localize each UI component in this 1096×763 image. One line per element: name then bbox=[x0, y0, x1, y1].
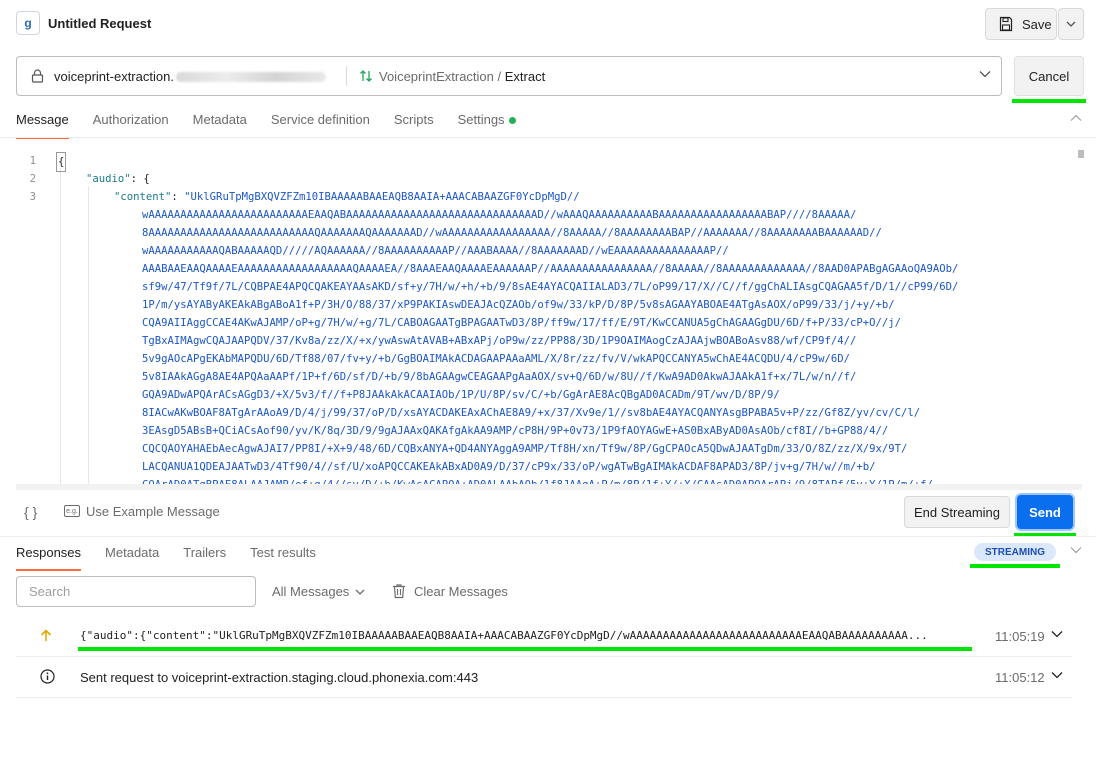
chevron-down-icon bbox=[1066, 21, 1076, 27]
message-info-text: Sent request to voiceprint-extraction.st… bbox=[80, 670, 479, 685]
search-input[interactable] bbox=[16, 576, 256, 607]
chevron-down-icon[interactable] bbox=[1051, 630, 1063, 638]
tab-responses[interactable]: Responses bbox=[16, 545, 82, 571]
trash-icon bbox=[393, 584, 405, 599]
request-title[interactable]: Untitled Request bbox=[48, 16, 151, 31]
grpc-request-icon: g bbox=[16, 11, 40, 35]
highlight-message bbox=[78, 647, 972, 651]
indent-guide bbox=[88, 186, 89, 488]
tab-scripts[interactable]: Scripts bbox=[394, 112, 434, 139]
json-key-content: "content" bbox=[114, 191, 172, 203]
beautify-icon[interactable]: { } bbox=[24, 504, 37, 520]
message-payload-text: {"audio":{"content":"UklGRuTpMgBXQVZFZm1… bbox=[80, 629, 928, 642]
wrapped-string-line: AAABAAEAAQAAAAEAAAAAAAAAAAAAAAAAAQAAAAEA… bbox=[142, 263, 959, 275]
use-example-message-button[interactable]: Use Example Message bbox=[86, 504, 220, 519]
method-selector[interactable]: VoiceprintExtraction / Extract bbox=[379, 69, 545, 84]
wrapped-string-line: 8IACwAKwBOAF8ATgArAAoA9/D/4/j/99/37/oP/D… bbox=[142, 407, 921, 419]
lock-icon bbox=[31, 69, 44, 83]
redacted-host bbox=[175, 72, 326, 83]
tab-settings[interactable]: Settings bbox=[458, 112, 516, 139]
message-timestamp: 11:05:19 bbox=[995, 629, 1045, 644]
wrapped-string-line: wAAAAAAAAAAAAAAAAAAAAAAAAAEAAQABAAAAAAAA… bbox=[142, 209, 857, 221]
tab-service-definition[interactable]: Service definition bbox=[271, 112, 370, 139]
wrapped-string-line: 3EAsgD5ABsB+QCiACsAof90/yv/K/8q/3D/9/9gA… bbox=[142, 425, 889, 437]
json-open-brace: { bbox=[56, 152, 67, 172]
url-input[interactable]: voiceprint-extraction. bbox=[54, 69, 334, 84]
wrapped-string-line: TgBxAIMAgwCQAJAAPQDV/37/Kv8a/zz/X/+x/ywA… bbox=[142, 335, 857, 347]
save-button[interactable]: Save bbox=[985, 8, 1057, 40]
wrapped-string-line: 1P/m/ysAYAByAKEAkABgABoA1f+P/3H/O/88/37/… bbox=[142, 299, 895, 311]
bidirectional-stream-icon bbox=[360, 70, 372, 82]
url-separator bbox=[346, 66, 347, 86]
section-divider bbox=[0, 536, 1096, 537]
end-streaming-button[interactable]: End Streaming bbox=[904, 496, 1010, 528]
wrapped-string-line: GQA9ADwAPQArACsAGgD3/+X/5v3/f//f+P8JAAkA… bbox=[142, 389, 780, 401]
line-number: 3 bbox=[29, 191, 36, 203]
url-host-prefix: voiceprint-extraction. bbox=[54, 68, 174, 84]
chevron-down-icon[interactable] bbox=[979, 70, 991, 78]
settings-status-dot bbox=[508, 117, 516, 125]
example-message-icon: e.g. bbox=[64, 505, 80, 517]
json-string-value: "UklGRuTpMgBXQVZFZm10IBAAAAABAAEAQB8AAIA… bbox=[184, 191, 580, 203]
url-bar[interactable]: voiceprint-extraction. VoiceprintExtract… bbox=[16, 56, 1002, 96]
line-number: 1 bbox=[29, 155, 36, 167]
json-key-audio: "audio" bbox=[86, 173, 131, 185]
tab-message[interactable]: Message bbox=[16, 112, 69, 139]
highlight-streaming bbox=[970, 564, 1060, 568]
save-label: Save bbox=[1022, 16, 1052, 32]
chevron-down-icon[interactable] bbox=[1070, 546, 1082, 554]
streaming-status-badge: STREAMING bbox=[974, 543, 1056, 561]
line-number: 2 bbox=[29, 173, 36, 185]
response-tabs: Responses Metadata Trailers Test results bbox=[16, 545, 316, 571]
indent-guide bbox=[60, 168, 61, 488]
message-row[interactable]: Sent request to voiceprint-extraction.st… bbox=[16, 657, 1072, 698]
message-timestamp: 11:05:12 bbox=[995, 670, 1045, 685]
clear-messages-label: Clear Messages bbox=[414, 583, 508, 599]
arrow-up-sent-icon bbox=[40, 629, 52, 641]
wrapped-string-line: LACQANUA1QDEAJAATwD3/4Tf90/4//sf/U/xoAPQ… bbox=[142, 461, 876, 473]
clear-messages-button[interactable]: Clear Messages bbox=[392, 583, 508, 599]
chevron-up-icon[interactable] bbox=[1070, 114, 1082, 122]
tab-metadata[interactable]: Metadata bbox=[193, 112, 247, 139]
info-icon bbox=[40, 669, 55, 684]
cancel-button[interactable]: Cancel bbox=[1014, 56, 1084, 96]
wrapped-string-line: 8AAAAAAAAAAAAAAAAAAAAAAAAAAQAAAAAAAQAAAA… bbox=[142, 227, 882, 239]
save-options-button[interactable] bbox=[1058, 8, 1084, 40]
request-tabs: Message Authorization Metadata Service d… bbox=[16, 112, 516, 139]
filter-label: All Messages bbox=[272, 584, 350, 599]
highlight-cancel bbox=[1012, 99, 1086, 103]
message-editor[interactable]: 1 { 2 "audio": { 3 "content": "UklGRuTpM… bbox=[16, 150, 1082, 490]
scroll-thumb[interactable] bbox=[1078, 150, 1084, 158]
wrapped-string-line: 5v9gAOcAPgEKAbMAPQDU/6D/Tf88/07/fv+y/+b/… bbox=[142, 353, 850, 365]
wrapped-string-line: CQA9AIIAggCCAE4AKwAJAMP/oP+g/7H/w/+g/7L/… bbox=[142, 317, 901, 329]
chevron-down-icon[interactable] bbox=[1051, 671, 1063, 679]
vertical-scrollbar[interactable] bbox=[1078, 150, 1084, 490]
wrapped-string-line: sf9w/47/Tf9f/7L/CQBPAE4APQCQAKEAYAAsAKD/… bbox=[142, 281, 959, 293]
tab-authorization[interactable]: Authorization bbox=[93, 112, 169, 139]
tab-response-metadata[interactable]: Metadata bbox=[105, 545, 159, 571]
wrapped-string-line: wAAAAAAAAAAAQABAAAAAQD/////AQAAAAAA//8AA… bbox=[142, 245, 729, 257]
tab-test-results[interactable]: Test results bbox=[250, 545, 316, 571]
send-button[interactable]: Send bbox=[1017, 495, 1073, 529]
wrapped-string-line: CQCQAOYAHAEbAecAgwAJAI7/PP8I/+X+9/48/6D/… bbox=[142, 443, 908, 455]
horizontal-scrollbar[interactable] bbox=[16, 484, 1082, 490]
save-icon bbox=[999, 16, 1013, 32]
chevron-down-icon bbox=[355, 589, 365, 595]
message-filter-dropdown[interactable]: All Messages bbox=[272, 584, 365, 599]
tabs-divider bbox=[0, 137, 1096, 138]
wrapped-string-line: 5v8IAAkAGgA8AE4APQAaAAPf/1P+f/6D/sf/D/+b… bbox=[142, 371, 857, 383]
tab-trailers[interactable]: Trailers bbox=[183, 545, 226, 571]
